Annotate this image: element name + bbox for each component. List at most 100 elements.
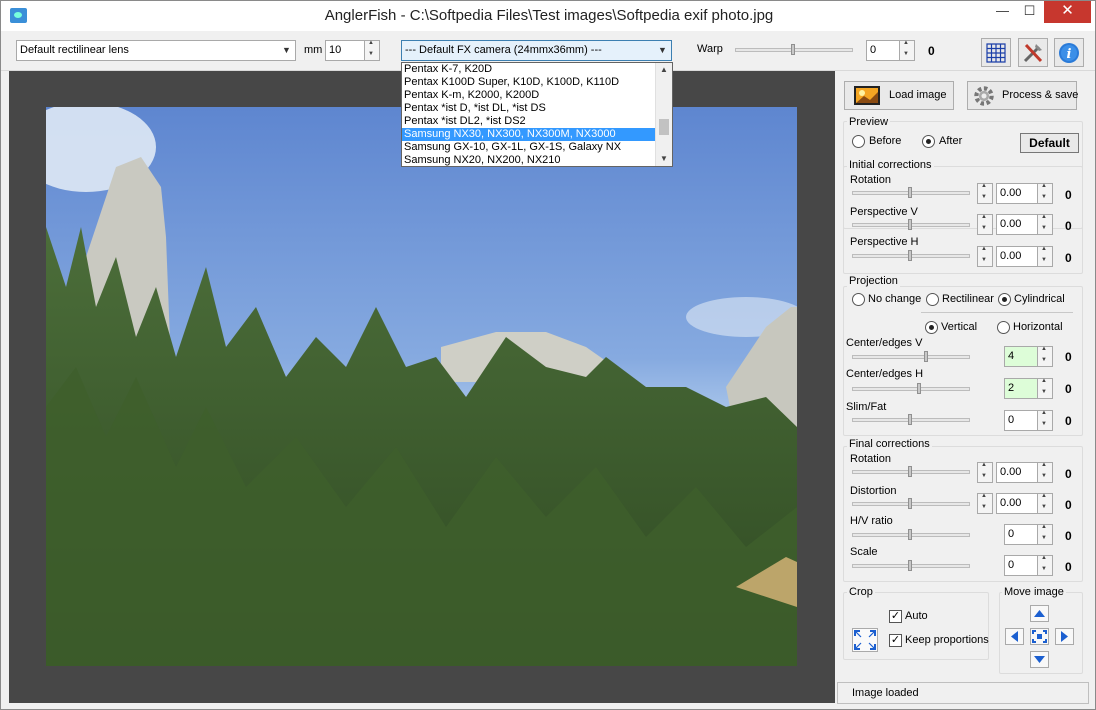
warp-label: Warp: [697, 43, 723, 55]
distortion-label: Distortion: [850, 485, 897, 497]
scroll-down-icon[interactable]: ▼: [656, 152, 672, 166]
scrollbar-thumb[interactable]: [659, 119, 669, 135]
initial-rotation-label: Rotation: [850, 174, 891, 186]
hv-ratio-label: H/V ratio: [850, 515, 893, 527]
perspective-v-display: 0: [1065, 219, 1072, 233]
move-down-button[interactable]: [1030, 651, 1049, 668]
warp-spinner[interactable]: [899, 40, 915, 61]
perspective-v-spinner-left[interactable]: [977, 214, 993, 235]
center-icon: [1032, 630, 1047, 643]
camera-list-item[interactable]: Pentax K-7, K20D: [402, 63, 655, 76]
perspective-h-input[interactable]: 0.00: [996, 246, 1038, 267]
center-edges-v-input[interactable]: 4: [1004, 346, 1038, 367]
slim-fat-spinner[interactable]: [1037, 410, 1053, 431]
warp-slider-thumb[interactable]: [791, 44, 795, 55]
center-edges-h-spinner[interactable]: [1037, 378, 1053, 399]
perspective-h-thumb[interactable]: [908, 250, 912, 261]
scroll-up-icon[interactable]: ▲: [656, 63, 672, 77]
camera-list-item[interactable]: Pentax *ist DL2, *ist DS2: [402, 115, 655, 128]
rectilinear-radio[interactable]: [926, 293, 939, 306]
arrow-down-icon: [1034, 656, 1045, 663]
final-rotation-display: 0: [1065, 467, 1072, 481]
perspective-v-spinner[interactable]: [1037, 214, 1053, 235]
camera-list-scrollbar[interactable]: ▲ ▼: [655, 63, 672, 166]
horizontal-label: Horizontal: [1013, 321, 1063, 333]
initial-rotation-spinner[interactable]: [1037, 183, 1053, 204]
scale-input[interactable]: 0: [1004, 555, 1038, 576]
center-edges-v-slider[interactable]: [852, 355, 970, 359]
scale-spinner[interactable]: [1037, 555, 1053, 576]
camera-list-item[interactable]: Samsung GX-10, GX-1L, GX-1S, Galaxy NX: [402, 141, 655, 154]
camera-list-item[interactable]: Samsung NX30, NX300, NX300M, NX3000: [402, 128, 655, 141]
lens-select-value: Default rectilinear lens: [20, 44, 129, 56]
process-save-button[interactable]: Process & save: [967, 81, 1078, 110]
camera-list-item[interactable]: Pentax *ist D, *ist DL, *ist DS: [402, 102, 655, 115]
lens-select[interactable]: Default rectilinear lens ▼: [16, 40, 296, 61]
perspective-h-spinner-left[interactable]: [977, 246, 993, 267]
distortion-spinner[interactable]: [1037, 493, 1053, 514]
auto-crop-label: Auto: [905, 610, 928, 622]
move-up-button[interactable]: [1030, 605, 1049, 622]
cylindrical-radio[interactable]: [998, 293, 1011, 306]
minimize-button[interactable]: —: [989, 1, 1016, 23]
no-change-label: No change: [868, 293, 922, 305]
center-edges-v-spinner[interactable]: [1037, 346, 1053, 367]
slim-fat-input[interactable]: 0: [1004, 410, 1038, 431]
camera-list-item[interactable]: Pentax K-m, K2000, K200D: [402, 89, 655, 102]
info-button[interactable]: i: [1054, 38, 1084, 67]
distortion-spinner-left[interactable]: [977, 493, 993, 514]
hv-ratio-input[interactable]: 0: [1004, 524, 1038, 545]
center-edges-h-input[interactable]: 2: [1004, 378, 1038, 399]
camera-select[interactable]: --- Default FX camera (24mmx36mm) --- ▼: [401, 40, 672, 61]
perspective-v-input[interactable]: 0.00: [996, 214, 1038, 235]
final-rotation-spinner-left[interactable]: [977, 462, 993, 483]
fit-crop-button[interactable]: [852, 628, 878, 652]
hv-ratio-spinner[interactable]: [1037, 524, 1053, 545]
close-button[interactable]: ✕: [1044, 1, 1091, 23]
maximize-button[interactable]: ☐: [1016, 1, 1043, 23]
perspective-v-thumb[interactable]: [908, 219, 912, 230]
final-rotation-thumb[interactable]: [908, 466, 912, 477]
move-left-button[interactable]: [1005, 628, 1024, 645]
hv-ratio-thumb[interactable]: [908, 529, 912, 540]
no-change-radio[interactable]: [852, 293, 865, 306]
keep-proportions-checkbox[interactable]: ✓: [889, 634, 902, 647]
camera-list-item[interactable]: Samsung NX20, NX200, NX210: [402, 154, 655, 167]
center-edges-h-slider[interactable]: [852, 387, 970, 391]
grid-button[interactable]: [981, 38, 1011, 67]
horizontal-radio[interactable]: [997, 321, 1010, 334]
initial-rotation-spinner-left[interactable]: [977, 183, 993, 204]
auto-crop-checkbox[interactable]: ✓: [889, 610, 902, 623]
center-edges-h-thumb[interactable]: [917, 383, 921, 394]
vertical-radio[interactable]: [925, 321, 938, 334]
final-rotation-input[interactable]: 0.00: [996, 462, 1038, 483]
preview-after-label: After: [939, 135, 963, 147]
focal-length-spinner[interactable]: [364, 40, 380, 61]
camera-dropdown-list[interactable]: Pentax K-7, K20D Pentax K100D Super, K10D…: [401, 62, 673, 167]
distortion-thumb[interactable]: [908, 498, 912, 509]
center-edges-v-thumb[interactable]: [924, 351, 928, 362]
initial-rotation-display: 0: [1065, 188, 1072, 202]
center-image-button[interactable]: [1030, 628, 1049, 645]
initial-rotation-input[interactable]: 0.00: [996, 183, 1038, 204]
focal-length-input[interactable]: 10: [325, 40, 365, 61]
camera-list-item[interactable]: Pentax K100D Super, K10D, K100D, K110D: [402, 76, 655, 89]
distortion-input[interactable]: 0.00: [996, 493, 1038, 514]
slim-fat-thumb[interactable]: [908, 414, 912, 425]
title-bar[interactable]: AnglerFish - C:\Softpedia Files\Test ima…: [1, 1, 1095, 31]
warp-input[interactable]: 0: [866, 40, 900, 61]
preview-photo[interactable]: [46, 107, 797, 666]
right-control-panel: Load image Process & save Preview Before…: [837, 71, 1089, 709]
load-image-button[interactable]: Load image: [844, 81, 954, 110]
perspective-h-spinner[interactable]: [1037, 246, 1053, 267]
preview-before-radio[interactable]: [852, 135, 865, 148]
keep-proportions-label: Keep proportions: [905, 634, 989, 646]
move-right-button[interactable]: [1055, 628, 1074, 645]
settings-button[interactable]: [1018, 38, 1048, 67]
preview-after-radio[interactable]: [922, 135, 935, 148]
final-rotation-spinner[interactable]: [1037, 462, 1053, 483]
scale-thumb[interactable]: [908, 560, 912, 571]
default-button[interactable]: Default: [1020, 133, 1079, 153]
initial-rotation-thumb[interactable]: [908, 187, 912, 198]
svg-text:i: i: [1067, 47, 1072, 62]
